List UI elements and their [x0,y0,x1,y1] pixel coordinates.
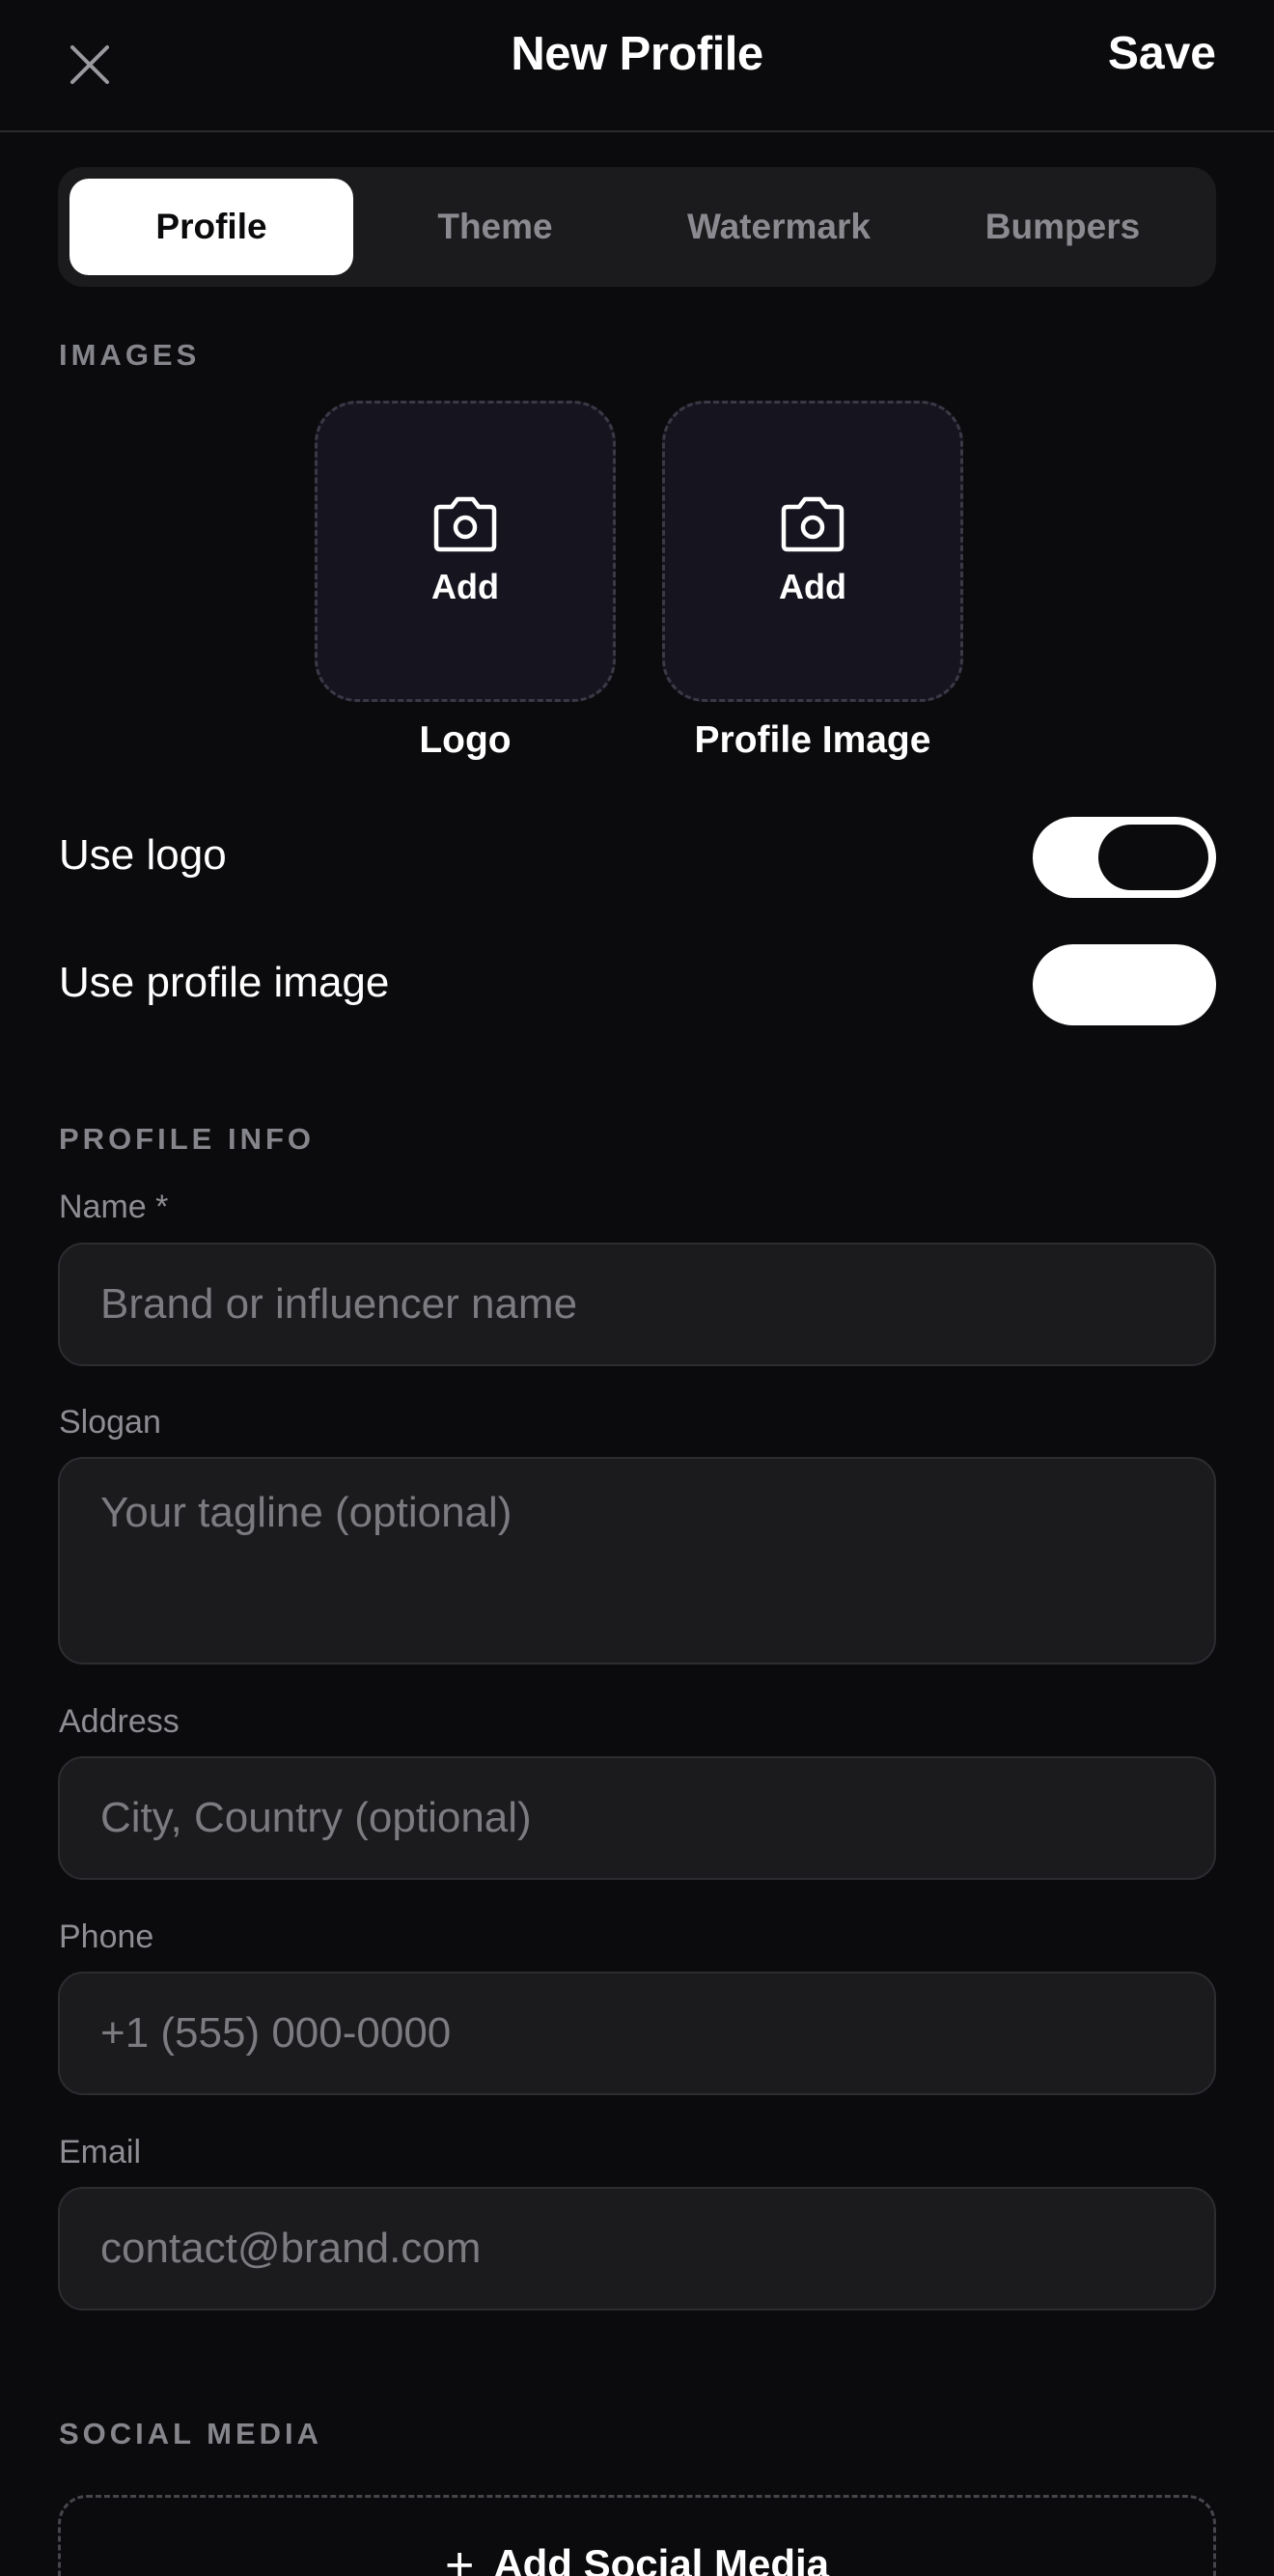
plus-icon: + [444,2537,475,2576]
page-title: New Profile [511,28,763,80]
logo-picker[interactable]: Add [315,401,616,702]
use-logo-label: Use logo [59,831,227,879]
use-logo-toggle[interactable] [1033,817,1216,898]
profile-info-section-label: PROFILE INFO [59,1122,315,1156]
address-input[interactable] [58,1756,1216,1880]
use-profile-image-label: Use profile image [59,959,390,1006]
logo-add-label: Add [431,567,499,606]
tab-watermark[interactable]: Watermark [637,179,921,275]
slogan-label: Slogan [59,1404,161,1441]
phone-label: Phone [59,1918,154,1955]
toggle-knob [1098,825,1208,890]
tab-theme[interactable]: Theme [353,179,637,275]
name-label: Name * [59,1189,169,1225]
name-input[interactable] [58,1243,1216,1366]
add-social-media-label: Add Social Media [493,2541,830,2576]
address-label: Address [59,1703,180,1740]
email-input[interactable] [58,2187,1216,2310]
email-label: Email [59,2134,142,2170]
logo-caption: Logo [419,719,512,761]
tab-bar: Profile Theme Watermark Bumpers [58,167,1216,287]
add-social-media-button[interactable]: + Add Social Media [58,2495,1216,2576]
social-media-section-label: SOCIAL MEDIA [59,2417,323,2450]
profile-image-add-label: Add [779,567,846,606]
images-section-label: IMAGES [59,338,201,372]
profile-image-caption: Profile Image [694,719,931,761]
camera-icon [781,496,845,552]
tab-bumpers[interactable]: Bumpers [921,179,1205,275]
use-profile-image-toggle[interactable] [1033,944,1216,1025]
phone-input[interactable] [58,1972,1216,2095]
new-profile-screen: New Profile Save Profile Theme Watermark… [0,0,1274,2576]
tab-profile[interactable]: Profile [69,179,353,275]
slogan-input[interactable] [58,1457,1216,1665]
profile-image-picker[interactable]: Add [662,401,963,702]
top-bar: New Profile Save [0,0,1274,132]
save-button[interactable]: Save [1108,27,1216,80]
camera-icon [433,496,497,552]
